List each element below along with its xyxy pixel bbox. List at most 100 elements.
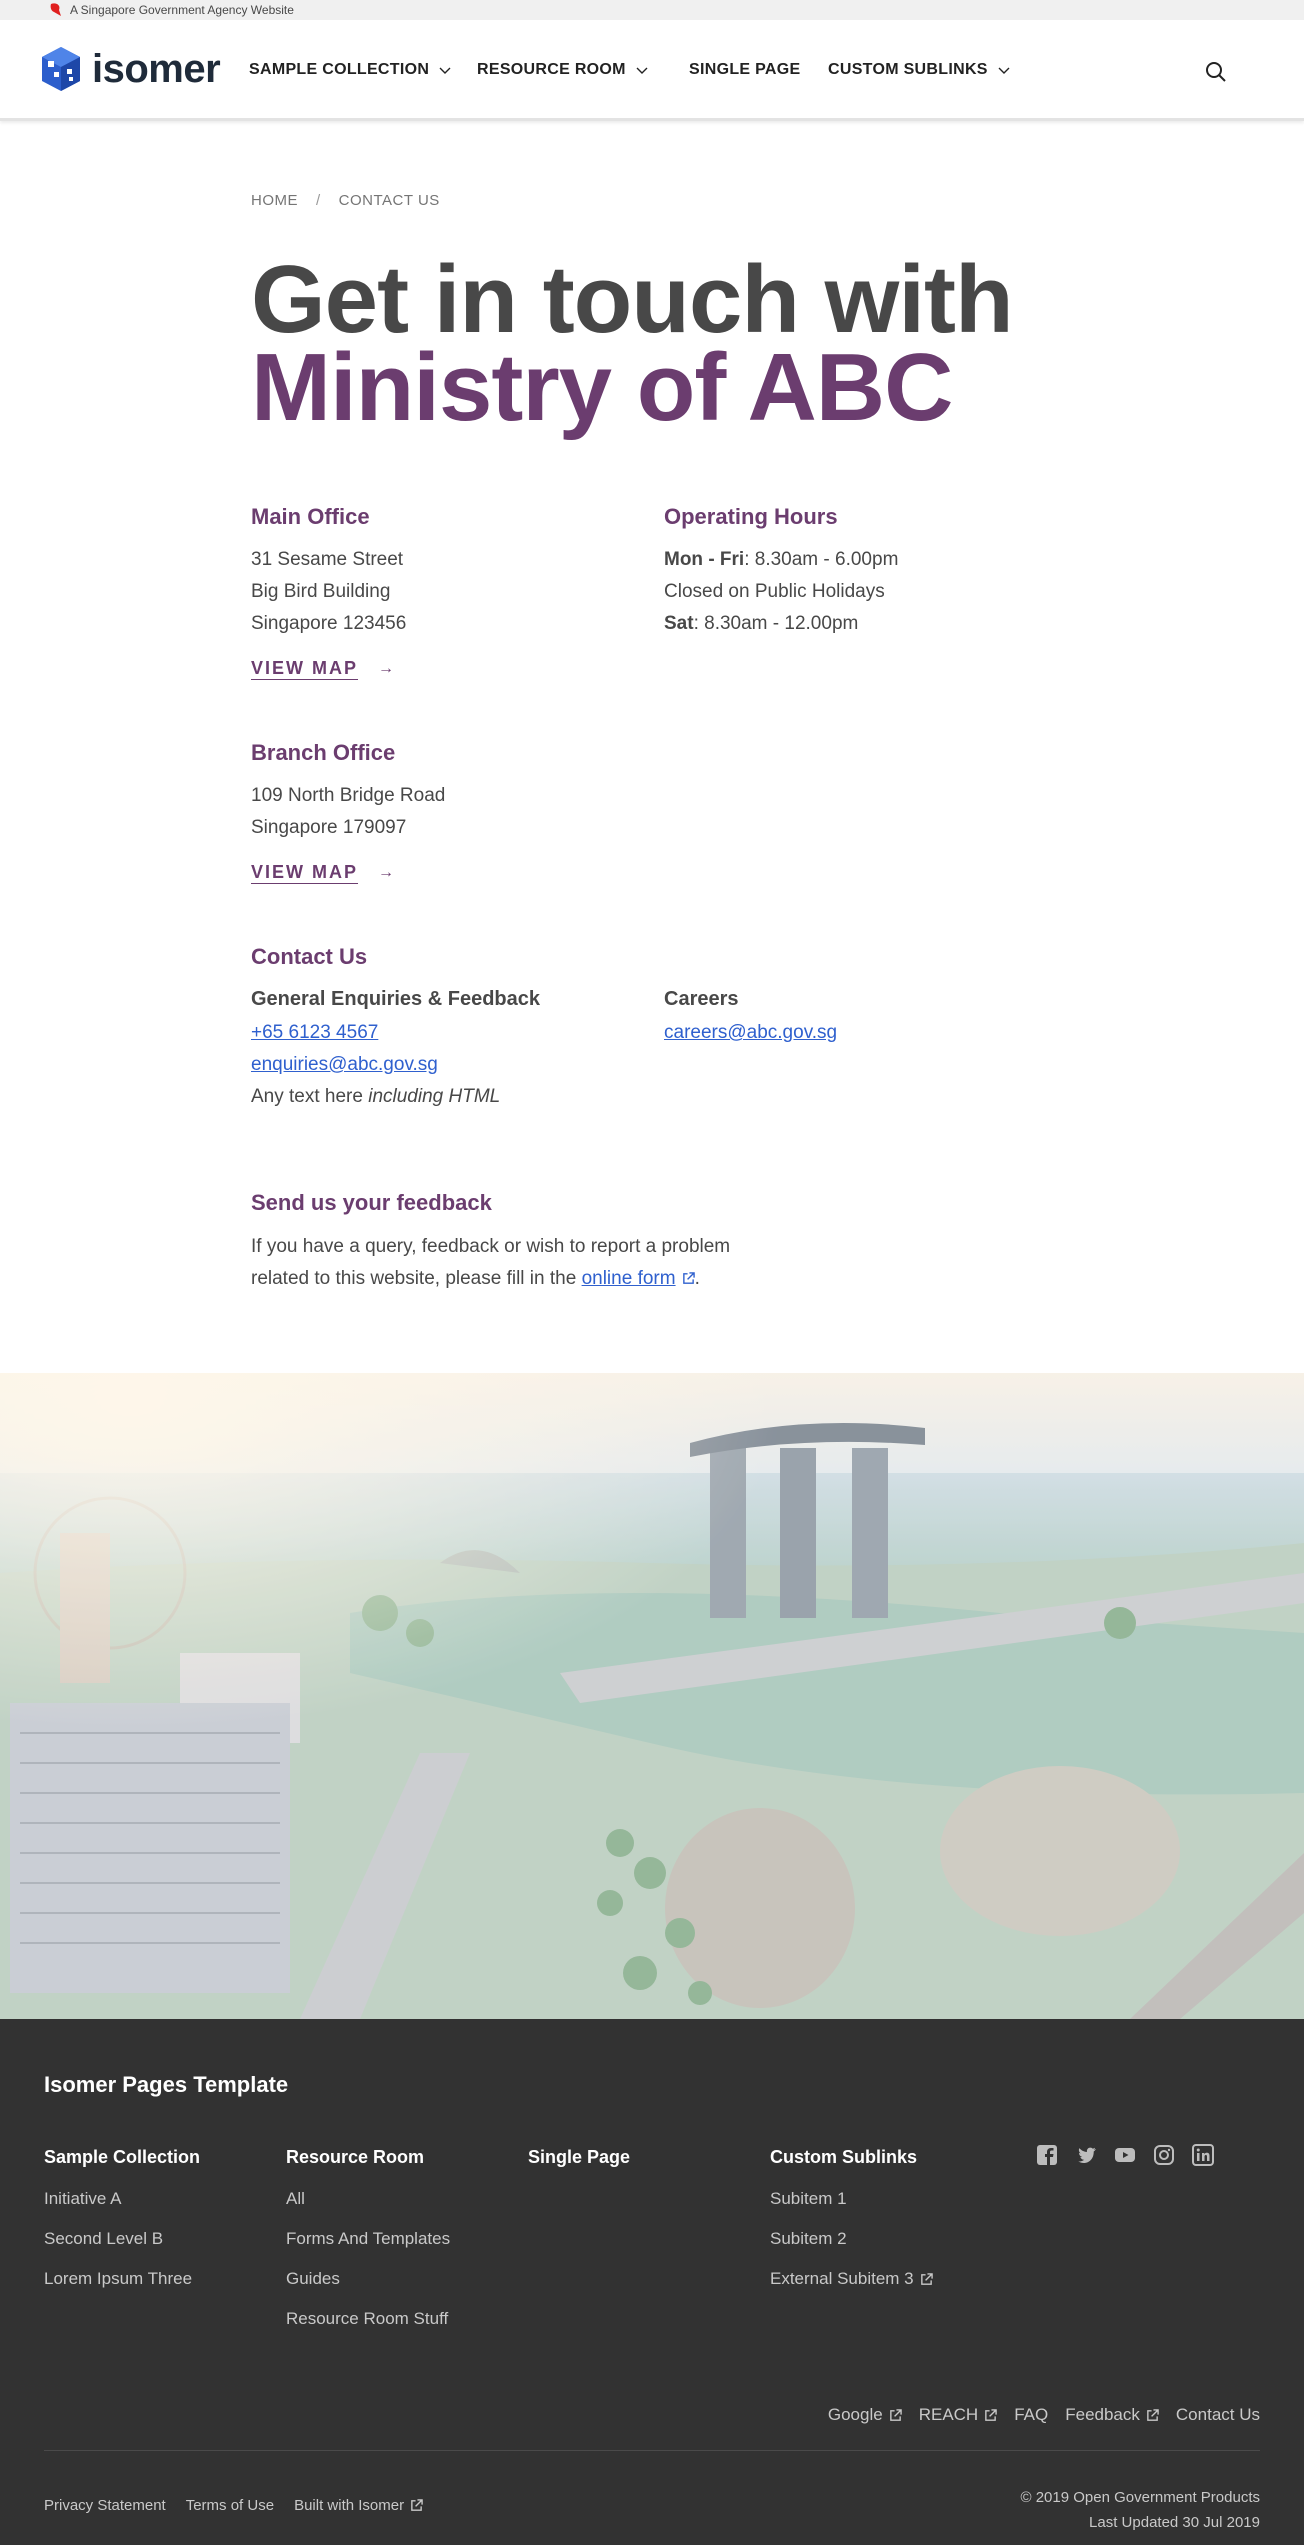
hours-holidays: Closed on Public Holidays xyxy=(664,581,885,602)
footer-column-sample-collection: Sample Collection Initiative A Second Le… xyxy=(44,2147,264,2291)
copyright-text: © 2019 Open Government Products xyxy=(1020,2489,1260,2506)
footer-link-label: Feedback xyxy=(1065,2405,1140,2424)
breadcrumb-home[interactable]: HOME xyxy=(251,192,298,209)
main-office-address-line: Singapore 123456 xyxy=(251,613,407,634)
main-office-address-line: Big Bird Building xyxy=(251,581,391,602)
careers-heading: Careers xyxy=(664,988,739,1010)
youtube-icon[interactable] xyxy=(1114,2144,1136,2166)
linkedin-icon[interactable] xyxy=(1192,2144,1214,2166)
footer-link[interactable]: Resource Room Stuff xyxy=(286,2307,506,2331)
privacy-statement-link[interactable]: Privacy Statement xyxy=(44,2497,166,2514)
chevron-down-icon xyxy=(439,67,451,74)
footer-column-heading[interactable]: Single Page xyxy=(528,2147,748,2171)
careers-email-link[interactable]: careers@abc.gov.sg xyxy=(664,1017,837,1049)
footer-column-heading[interactable]: Sample Collection xyxy=(44,2147,264,2171)
footer-column-heading[interactable]: Resource Room xyxy=(286,2147,506,2171)
contact-extra-text: Any text here including HTML xyxy=(251,1081,500,1113)
nav-single-page[interactable]: SINGLE PAGE xyxy=(689,60,800,80)
twitter-icon[interactable] xyxy=(1075,2144,1097,2166)
email-link[interactable]: enquiries@abc.gov.sg xyxy=(251,1049,438,1081)
footer-link-label: External Subitem 3 xyxy=(770,2269,914,2288)
arrow-right-icon: → xyxy=(378,863,397,881)
footer-column-custom-sublinks: Custom Sublinks Subitem 1 Subitem 2 Exte… xyxy=(770,2147,990,2291)
footer-link-contact-us[interactable]: Contact Us xyxy=(1176,2405,1260,2425)
breadcrumb-separator: / xyxy=(316,192,321,209)
nav-sample-collection[interactable]: SAMPLE COLLECTION xyxy=(249,60,451,80)
hours-weekday-days: Mon - Fri xyxy=(664,549,745,570)
footer-link-external[interactable]: External Subitem 3 xyxy=(770,2267,990,2291)
hours-weekday-time: : 8.30am - 6.00pm xyxy=(744,549,899,570)
chevron-down-icon xyxy=(998,67,1010,74)
footer-link[interactable]: All xyxy=(286,2187,506,2211)
hours-saturday: Sat: 8.30am - 12.00pm xyxy=(664,608,858,640)
arrow-right-icon: → xyxy=(378,659,397,677)
footer-link-label: REACH xyxy=(918,2405,979,2424)
facebook-icon[interactable] xyxy=(1036,2144,1058,2166)
footer-link[interactable]: Second Level B xyxy=(44,2227,264,2251)
footer-link[interactable]: Lorem Ipsum Three xyxy=(44,2267,264,2291)
footer-link[interactable]: Subitem 2 xyxy=(770,2227,990,2251)
footer-link-feedback[interactable]: Feedback xyxy=(1065,2405,1159,2425)
footer: Isomer Pages Template Sample Collection … xyxy=(0,2019,1304,2545)
nav-label: SINGLE PAGE xyxy=(689,61,801,78)
general-enquiries-heading: General Enquiries & Feedback xyxy=(251,988,540,1010)
footer-column-single-page: Single Page xyxy=(528,2147,748,2171)
footer-title: Isomer Pages Template xyxy=(44,2072,289,2097)
phone-link-text[interactable]: +65 6123 4567 xyxy=(251,1022,378,1043)
branch-office-address-line: 109 North Bridge Road xyxy=(251,785,446,806)
hero-image-cityscape xyxy=(0,1373,1304,2019)
branch-office-heading: Branch Office xyxy=(251,740,396,765)
search-icon[interactable] xyxy=(1203,59,1229,85)
external-link-icon xyxy=(985,2408,997,2421)
footer-column-heading[interactable]: Custom Sublinks xyxy=(770,2147,990,2171)
instagram-icon[interactable] xyxy=(1153,2144,1175,2166)
external-link-icon xyxy=(411,2499,423,2511)
isomer-cube-icon xyxy=(42,47,80,91)
view-map-label: VIEW MAP xyxy=(251,658,359,678)
external-link-icon xyxy=(889,2408,902,2421)
main-office-address-line: 31 Sesame Street xyxy=(251,549,404,570)
breadcrumb-current: CONTACT US xyxy=(338,192,440,209)
footer-link-reach[interactable]: REACH xyxy=(919,2405,998,2425)
footer-link[interactable]: Forms And Templates xyxy=(286,2227,506,2251)
feedback-heading: Send us your feedback xyxy=(251,1190,492,1215)
footer-link[interactable]: Guides xyxy=(286,2267,506,2291)
footer-link[interactable]: Subitem 1 xyxy=(770,2187,990,2211)
nav-resource-room[interactable]: RESOURCE ROOM xyxy=(477,60,648,80)
footer-link[interactable]: Initiative A xyxy=(44,2187,264,2211)
footer-link-google[interactable]: Google xyxy=(828,2405,902,2425)
footer-column-resource-room: Resource Room All Forms And Templates Gu… xyxy=(286,2147,506,2331)
footer-legal-links: Privacy Statement Terms of Use Built wit… xyxy=(44,2497,423,2514)
page-title-line1: Get in touch with xyxy=(251,246,1014,353)
cityscape-illustration xyxy=(0,1373,1304,2019)
brand-logo[interactable]: isomer xyxy=(40,45,221,93)
feedback-line2: related to this website, please fill in … xyxy=(251,1263,700,1295)
phone-link[interactable]: +65 6123 4567 xyxy=(251,1017,378,1049)
careers-email-text[interactable]: careers@abc.gov.sg xyxy=(664,1022,837,1043)
lion-head-icon xyxy=(50,3,61,16)
masthead-text: A Singapore Government Agency Website xyxy=(70,3,294,17)
branch-office-view-map-link[interactable]: VIEW MAP → xyxy=(251,862,396,883)
operating-hours-heading: Operating Hours xyxy=(664,504,838,529)
footer-link-faq[interactable]: FAQ xyxy=(1014,2405,1048,2425)
feedback-line2-pre: related to this website, please fill in … xyxy=(251,1268,582,1289)
online-form-link[interactable]: online form xyxy=(582,1268,676,1289)
social-links xyxy=(1036,2144,1214,2166)
footer-utility-links: Google REACH FAQ Feedback Contact Us xyxy=(828,2405,1260,2425)
gov-masthead: A Singapore Government Agency Website xyxy=(0,0,1304,20)
nav-custom-sublinks[interactable]: CUSTOM SUBLINKS xyxy=(828,60,1010,80)
external-link-icon xyxy=(1147,2408,1159,2421)
external-link-icon xyxy=(682,1272,695,1284)
main-office-view-map-link[interactable]: VIEW MAP → xyxy=(251,658,396,679)
contact-us-heading: Contact Us xyxy=(251,944,368,969)
footer-link-label: Google xyxy=(827,2405,883,2424)
footer-divider xyxy=(44,2450,1260,2451)
hours-weekday: Mon - Fri: 8.30am - 6.00pm xyxy=(664,544,898,576)
copyright-block: © 2019 Open Government Products Last Upd… xyxy=(1020,2485,1260,2535)
built-with-isomer-link[interactable]: Built with Isomer xyxy=(294,2497,423,2514)
chevron-down-icon xyxy=(636,67,648,74)
main-office-heading: Main Office xyxy=(251,504,370,529)
email-link-text[interactable]: enquiries@abc.gov.sg xyxy=(251,1054,438,1075)
terms-of-use-link[interactable]: Terms of Use xyxy=(186,2497,274,2514)
nav-label: CUSTOM SUBLINKS xyxy=(828,61,988,78)
